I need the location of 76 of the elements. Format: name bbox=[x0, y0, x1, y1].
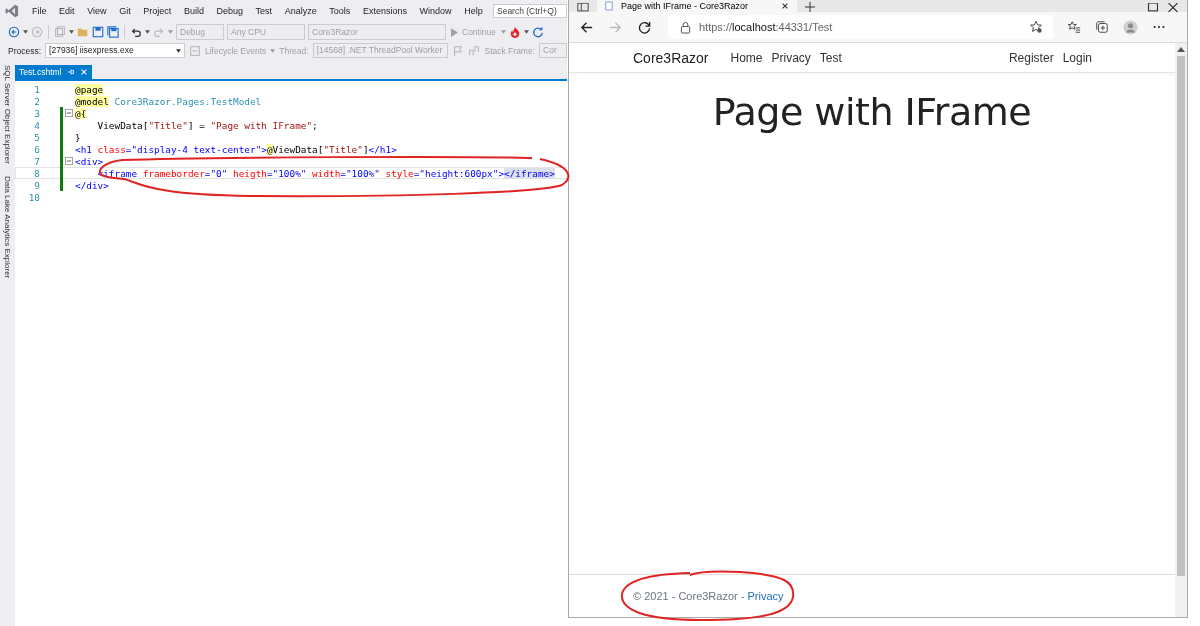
restart-icon[interactable] bbox=[532, 26, 545, 38]
scrollbar[interactable] bbox=[1175, 43, 1187, 617]
close-icon[interactable] bbox=[1167, 3, 1179, 12]
menu-item[interactable]: Git bbox=[112, 6, 137, 16]
save-icon[interactable] bbox=[92, 26, 104, 38]
menu-item[interactable]: Tools bbox=[323, 6, 357, 16]
logo-icon bbox=[4, 3, 20, 19]
line-number: 4 bbox=[33, 119, 40, 131]
save-all-icon[interactable] bbox=[107, 26, 119, 38]
nav-link[interactable]: Register bbox=[1008, 50, 1054, 65]
code-line: <div> bbox=[75, 155, 104, 167]
page-heading: Page with IFrame bbox=[711, 90, 1033, 134]
collapse-icon[interactable] bbox=[65, 109, 73, 117]
nav-link[interactable]: Test bbox=[819, 50, 842, 65]
menu-item[interactable]: Edit bbox=[52, 6, 81, 16]
collections-icon[interactable] bbox=[1095, 20, 1109, 34]
caret-icon[interactable] bbox=[175, 48, 181, 53]
process-dropdown[interactable]: [27936] iisexpress.exe bbox=[45, 43, 185, 58]
line-number: 7 bbox=[33, 155, 40, 167]
code-line: ViewData["Title"] = "Page with IFrame"; bbox=[96, 119, 318, 131]
menu-item[interactable]: Project bbox=[136, 6, 178, 16]
menu-item[interactable]: Debug bbox=[210, 6, 250, 16]
code-line: @model Core3Razor.Pages.TestModel bbox=[75, 95, 262, 107]
nav-link[interactable]: Login bbox=[1062, 50, 1092, 65]
menu-item[interactable]: Extensions bbox=[356, 6, 414, 16]
add-favorite-icon[interactable] bbox=[1029, 20, 1043, 34]
side-panel-tab[interactable]: Data Lake Analytics Explorer bbox=[0, 175, 12, 279]
line-number: 2 bbox=[33, 95, 40, 107]
caret-icon[interactable] bbox=[145, 30, 150, 34]
side-panel-tab[interactable]: SQL Server Object Explorer bbox=[0, 65, 12, 164]
search-field[interactable]: Search (Ctrl+Q) bbox=[493, 4, 567, 18]
line-number: 3 bbox=[33, 107, 40, 119]
line-number: 9 bbox=[33, 179, 40, 191]
nav-link[interactable]: Privacy bbox=[771, 50, 811, 65]
code-line: <h1 class="display-4 text-center">@ViewData["Title"]</h1> bbox=[75, 143, 397, 155]
caret-icon[interactable] bbox=[23, 30, 28, 34]
line-number: 8 bbox=[33, 167, 40, 179]
menu-item[interactable]: View bbox=[80, 6, 113, 16]
document-tab[interactable]: Test.cshtml bbox=[15, 65, 92, 79]
caret-icon[interactable] bbox=[69, 30, 74, 34]
browser-tab[interactable]: Page with IFrame - Core3Razor bbox=[597, 0, 797, 12]
menu-item[interactable]: Window bbox=[413, 6, 458, 16]
menu-item[interactable]: Help bbox=[457, 6, 489, 16]
menu-item[interactable]: Build bbox=[177, 6, 211, 16]
privacy-link[interactable]: Privacy bbox=[747, 590, 784, 602]
refresh-icon[interactable] bbox=[637, 19, 652, 35]
thread-label: Thread: bbox=[279, 45, 309, 56]
menu-item[interactable]: Test bbox=[249, 6, 279, 16]
favorites-icon[interactable] bbox=[1067, 20, 1081, 34]
nav-link[interactable]: Home bbox=[730, 50, 763, 65]
tab-actions-icon[interactable] bbox=[577, 3, 589, 12]
code-line: </div> bbox=[75, 179, 109, 191]
pin-icon[interactable] bbox=[66, 68, 75, 76]
profile-icon[interactable] bbox=[1123, 19, 1138, 35]
close-icon[interactable] bbox=[781, 2, 789, 10]
menu-item[interactable]: Analyze bbox=[278, 6, 324, 16]
line-number: 10 bbox=[27, 191, 40, 203]
process-label: Process: bbox=[8, 45, 42, 56]
site-brand-link[interactable]: Core3Razor bbox=[633, 49, 709, 66]
line-number: 1 bbox=[33, 83, 40, 95]
line-number: 5 bbox=[33, 131, 40, 143]
restore-icon[interactable] bbox=[1147, 3, 1159, 12]
collapse-icon[interactable] bbox=[65, 157, 73, 165]
menu-item[interactable]: File bbox=[25, 6, 53, 16]
scroll-up-icon[interactable] bbox=[1177, 47, 1185, 52]
stack-frame-label: Stack Frame: bbox=[484, 45, 536, 56]
lock-icon bbox=[680, 20, 691, 34]
caret-icon[interactable] bbox=[524, 30, 530, 34]
url-text: https://localhost:44331/Test bbox=[699, 21, 833, 33]
undo-icon[interactable] bbox=[130, 26, 142, 38]
new-tab-icon[interactable] bbox=[805, 2, 815, 12]
line-number: 6 bbox=[33, 143, 40, 155]
code-line: } bbox=[75, 131, 81, 143]
flame-icon[interactable] bbox=[509, 26, 522, 38]
address-bar[interactable]: https://localhost:44331/Test bbox=[668, 15, 1053, 39]
footer-text: © 2021 - Core3Razor - Privacy bbox=[633, 590, 784, 602]
